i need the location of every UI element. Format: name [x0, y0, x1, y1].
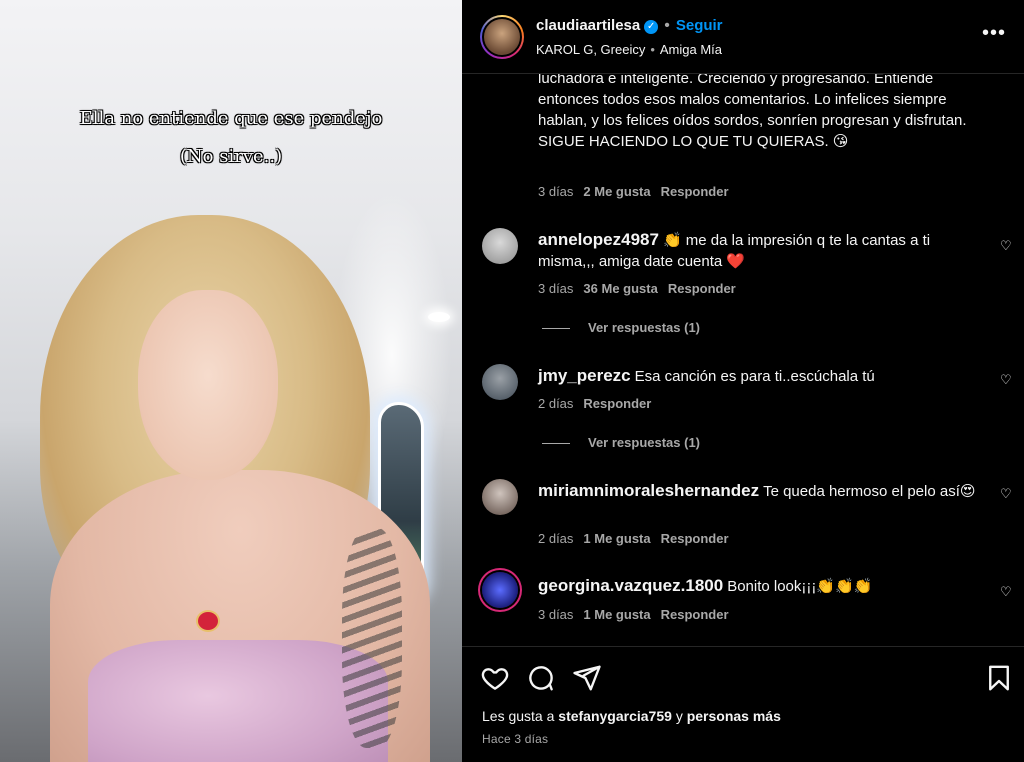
separator-dot: •: [650, 42, 655, 57]
likes-summary: Les gusta a stefanygarcia759 y personas …: [482, 708, 781, 724]
comment-text: Esa canción es para ti..escúchala tú: [634, 368, 875, 385]
comment-body: georgina.vazquez.1800 Bonito look¡¡¡👏👏👏: [538, 575, 978, 597]
author-line: claudiaartilesa ✓ • Seguir: [536, 17, 723, 35]
comment-meta: 3 días 1 Me gusta Responder: [538, 607, 729, 622]
post-header: claudiaartilesa ✓ • Seguir KAROL G, Greeicy…: [462, 0, 1024, 74]
reply-button[interactable]: Responder: [668, 281, 736, 296]
comment-body: annelopez4987 👏 me da la impresión q te l…: [538, 229, 978, 272]
comment-likes[interactable]: 1 Me gusta: [583, 531, 650, 546]
reply-button[interactable]: Responder: [661, 607, 729, 622]
ceiling-lamp: [428, 312, 450, 322]
view-replies-label: Ver respuestas (1): [588, 435, 701, 450]
view-replies-label: Ver respuestas (1): [588, 320, 701, 335]
comment-body: jmy_perezc Esa canción es para ti..escúch…: [538, 365, 978, 387]
commenter-avatar[interactable]: [482, 228, 518, 264]
replies-divider: [542, 443, 570, 445]
liker-username[interactable]: stefanygarcia759: [558, 708, 672, 724]
like-comment-heart-icon[interactable]: ♡: [1000, 373, 1012, 386]
video-caption-line-2: (No sirve..): [179, 146, 283, 167]
likes-prefix: Les gusta a: [482, 708, 555, 724]
share-icon[interactable]: [572, 663, 602, 693]
like-comment-heart-icon[interactable]: ♡: [1000, 487, 1012, 500]
comment-time: 3 días: [538, 281, 574, 296]
person-face: [138, 290, 278, 480]
comment-time: 3 días: [538, 184, 574, 199]
more-options-icon[interactable]: •••: [982, 22, 1006, 45]
comment-text: Te queda hermoso el pelo así😍: [763, 483, 976, 500]
audio-artist: KAROL G, Greeicy: [536, 42, 646, 57]
comment-meta: 3 días 2 Me gusta Responder: [538, 184, 729, 199]
reply-button[interactable]: Responder: [583, 396, 651, 411]
comment-meta: 3 días 36 Me gusta Responder: [538, 281, 736, 296]
commenter-avatar[interactable]: [482, 479, 518, 515]
comment-icon[interactable]: [526, 663, 556, 693]
heart-pendant: [198, 612, 218, 630]
separator-dot: •: [664, 17, 670, 34]
audio-title: Amiga Mía: [659, 42, 723, 57]
follow-button[interactable]: Seguir: [676, 17, 723, 34]
verified-badge-icon: ✓: [644, 20, 659, 34]
comments-list[interactable]: luchadora e inteligente. Creciendo y pro…: [462, 74, 1024, 646]
reply-button[interactable]: Responder: [661, 184, 729, 199]
comment-time: 3 días: [538, 607, 574, 622]
post-timestamp[interactable]: Hace 3 días: [482, 732, 548, 746]
others-likes-link[interactable]: personas más: [687, 708, 781, 724]
like-comment-heart-icon[interactable]: ♡: [1000, 239, 1012, 252]
arm-tattoo: [342, 528, 402, 748]
comment-text: luchadora e inteligente. Creciendo y pro…: [538, 74, 967, 150]
view-replies-button[interactable]: Ver respuestas (1): [542, 435, 700, 450]
view-replies-button[interactable]: Ver respuestas (1): [542, 320, 700, 335]
commenter-avatar[interactable]: [482, 572, 518, 608]
replies-divider: [542, 328, 570, 330]
comment-username[interactable]: annelopez4987: [538, 230, 659, 249]
video-caption-line-1: Ella no entiende que ese pendejo: [79, 108, 383, 129]
comment-likes[interactable]: 36 Me gusta: [583, 281, 657, 296]
author-username[interactable]: claudiaartilesa: [536, 17, 640, 34]
comment-meta: 2 días Responder: [538, 396, 651, 411]
likes-and: y: [675, 708, 683, 724]
comment-body: miriamnimoraleshernandez Te queda hermoso…: [538, 480, 978, 502]
bookmark-icon[interactable]: [984, 663, 1014, 693]
post-side-panel: claudiaartilesa ✓ • Seguir KAROL G, Greeicy…: [462, 0, 1024, 762]
comment-likes[interactable]: 1 Me gusta: [583, 607, 650, 622]
comment-meta: 2 días 1 Me gusta Responder: [538, 531, 729, 546]
comment-username[interactable]: jmy_perezc: [538, 366, 631, 385]
comment-username[interactable]: miriamnimoraleshernandez: [538, 481, 759, 500]
like-comment-heart-icon[interactable]: ♡: [1000, 585, 1012, 598]
post-media[interactable]: Ella no entiende que ese pendejo (No sir…: [0, 0, 462, 762]
audio-info[interactable]: KAROL G, Greeicy • Amiga Mía: [536, 42, 722, 57]
comment-time: 2 días: [538, 531, 574, 546]
heart-icon[interactable]: [480, 663, 510, 693]
comment-likes[interactable]: 2 Me gusta: [583, 184, 650, 199]
reply-button[interactable]: Responder: [661, 531, 729, 546]
author-avatar[interactable]: [480, 15, 524, 59]
comment-text: Bonito look¡¡¡👏👏👏: [727, 578, 873, 595]
comment-username[interactable]: georgina.vazquez.1800: [538, 576, 723, 595]
comment-time: 2 días: [538, 396, 574, 411]
commenter-avatar[interactable]: [482, 364, 518, 400]
